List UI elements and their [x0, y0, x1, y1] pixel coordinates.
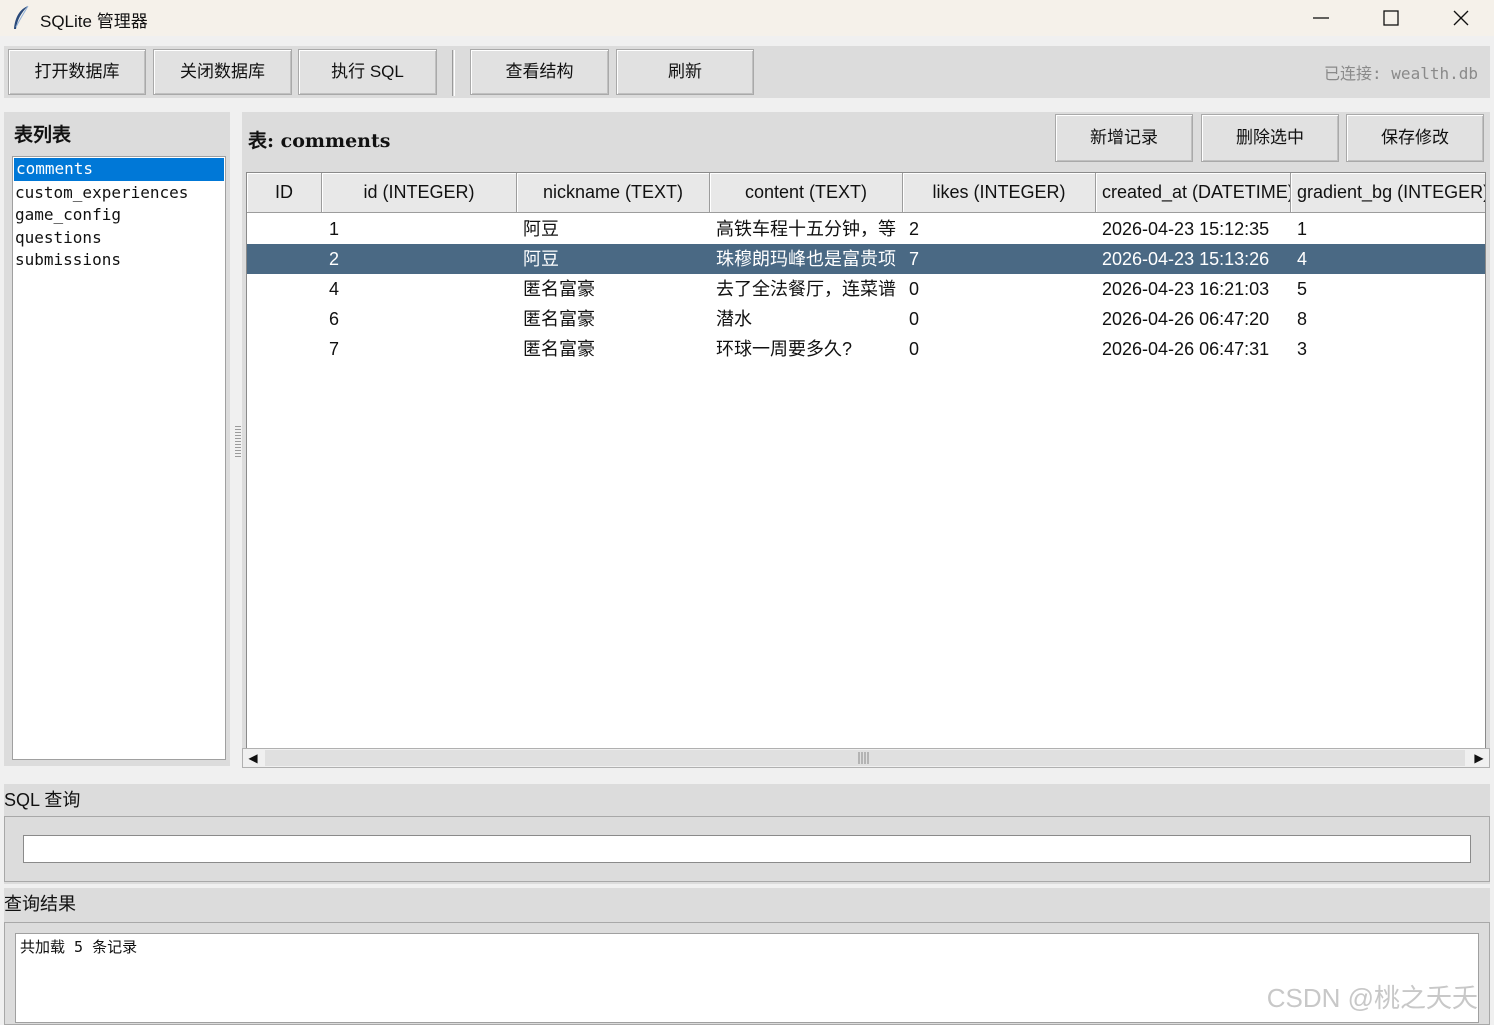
- column-header-id[interactable]: id (INTEGER): [322, 173, 517, 213]
- cell-content: 珠穆朗玛峰也是富贵项: [716, 249, 896, 269]
- cell-likes: 7: [909, 249, 920, 269]
- cell-created-at: 2026-04-26 06:47:20: [1102, 309, 1270, 329]
- sql-query-section: SQL 查询: [4, 784, 1490, 884]
- cell-nickname: 匿名富豪: [523, 309, 595, 329]
- connection-status: 已连接: wealth.db: [1324, 64, 1478, 83]
- pane-splitter-handle[interactable]: [235, 425, 241, 457]
- cell-content: 去了全法餐厅，连菜谱: [716, 279, 896, 299]
- maximize-button[interactable]: [1356, 0, 1426, 36]
- sql-query-title: SQL 查询: [4, 790, 81, 810]
- table-row[interactable]: 1 阿豆 高铁车程十五分钟，等 2 2026-04-23 15:12:35 1: [247, 214, 1485, 244]
- column-header-nickname[interactable]: nickname (TEXT): [517, 173, 710, 213]
- execute-sql-button[interactable]: 执行 SQL: [298, 49, 437, 95]
- query-results-text[interactable]: 共加载 5 条记录: [15, 933, 1479, 1023]
- cell-ID: [247, 244, 322, 274]
- cell-nickname: 匿名富豪: [523, 279, 595, 299]
- cell-likes: 0: [909, 309, 920, 329]
- grid-header: ID id (INTEGER) nickname (TEXT) content …: [247, 173, 1485, 213]
- sql-query-input[interactable]: [23, 835, 1471, 863]
- cell-likes: 2: [909, 219, 920, 239]
- title-bar: SQLite 管理器: [0, 0, 1494, 36]
- cell-content: 环球一周要多久?: [716, 339, 853, 359]
- save-changes-button[interactable]: 保存修改: [1346, 114, 1484, 162]
- column-header-gradient-bg[interactable]: gradient_bg (INTEGER): [1291, 173, 1485, 213]
- query-results-title: 查询结果: [4, 894, 76, 914]
- cell-likes: 0: [909, 279, 920, 299]
- column-header-likes[interactable]: likes (INTEGER): [903, 173, 1096, 213]
- current-table-label: 表: comments: [248, 130, 391, 152]
- cell-created-at: 2026-04-23 15:13:26: [1102, 249, 1270, 269]
- horizontal-scrollbar[interactable]: ◀ ▶: [242, 748, 1490, 768]
- close-icon: [1453, 10, 1469, 26]
- cell-created-at: 2026-04-26 06:47:31: [1102, 339, 1270, 359]
- cell-id: 4: [329, 279, 340, 299]
- cell-likes: 0: [909, 339, 920, 359]
- add-record-button[interactable]: 新增记录: [1055, 114, 1193, 162]
- column-header-ID[interactable]: ID: [247, 173, 322, 213]
- refresh-button[interactable]: 刷新: [616, 49, 754, 95]
- toolbar-separator: [452, 50, 455, 96]
- cell-gradient-bg: 5: [1297, 279, 1308, 299]
- watermark: CSDN @桃之夭夭: [1266, 983, 1478, 1013]
- cell-ID: [247, 274, 322, 304]
- sql-query-frame: [4, 816, 1490, 882]
- table-row[interactable]: 4 匿名富豪 去了全法餐厅，连菜谱 0 2026-04-23 16:21:03 …: [247, 274, 1485, 304]
- cell-id: 7: [329, 339, 340, 359]
- cell-nickname: 阿豆: [523, 249, 559, 269]
- open-database-button[interactable]: 打开数据库: [8, 49, 146, 95]
- table-row-selected[interactable]: 2 阿豆 珠穆朗玛峰也是富贵项 7 2026-04-23 15:13:26 4: [247, 244, 1485, 274]
- cell-gradient-bg: 3: [1297, 339, 1308, 359]
- cell-id: 2: [329, 249, 340, 269]
- close-database-button[interactable]: 关闭数据库: [153, 49, 292, 95]
- cell-created-at: 2026-04-23 15:12:35: [1102, 219, 1270, 239]
- maximize-icon: [1383, 10, 1399, 26]
- scroll-right-arrow-icon[interactable]: ▶: [1469, 749, 1489, 767]
- minimize-button[interactable]: [1286, 0, 1356, 36]
- table-listbox[interactable]: comments custom_experiences game_config …: [12, 156, 226, 760]
- feather-icon: [14, 5, 29, 29]
- cell-content: 高铁车程十五分钟，等: [716, 219, 896, 239]
- cell-gradient-bg: 8: [1297, 309, 1308, 329]
- table-item-custom-experiences[interactable]: custom_experiences: [13, 182, 225, 205]
- table-item-comments[interactable]: comments: [14, 158, 224, 181]
- table-row[interactable]: 7 匿名富豪 环球一周要多久? 0 2026-04-26 06:47:31 3: [247, 334, 1485, 364]
- cell-id: 6: [329, 309, 340, 329]
- table-item-submissions[interactable]: submissions: [13, 249, 225, 272]
- table-list-title: 表列表: [14, 124, 72, 146]
- cell-created-at: 2026-04-23 16:21:03: [1102, 279, 1270, 299]
- minimize-icon: [1313, 17, 1329, 19]
- cell-nickname: 阿豆: [523, 219, 559, 239]
- cell-ID: [247, 304, 322, 334]
- toolbar: 打开数据库 关闭数据库 执行 SQL 查看结构 刷新 已连接: wealth.d…: [4, 46, 1490, 98]
- table-row[interactable]: 6 匿名富豪 潜水 0 2026-04-26 06:47:20 8: [247, 304, 1485, 334]
- window-title: SQLite 管理器: [40, 12, 148, 31]
- data-grid[interactable]: ID id (INTEGER) nickname (TEXT) content …: [246, 172, 1486, 750]
- delete-selected-button[interactable]: 删除选中: [1201, 114, 1339, 162]
- scrollbar-thumb[interactable]: [265, 750, 1465, 766]
- table-item-questions[interactable]: questions: [13, 227, 225, 250]
- cell-gradient-bg: 1: [1297, 219, 1308, 239]
- table-data-panel: 表: comments 新增记录 删除选中 保存修改 ID id (INTEGE…: [242, 112, 1490, 766]
- cell-content: 潜水: [716, 309, 752, 329]
- close-button[interactable]: [1426, 0, 1494, 36]
- cell-ID: [247, 334, 322, 364]
- cell-gradient-bg: 4: [1297, 249, 1308, 269]
- view-schema-button[interactable]: 查看结构: [470, 49, 609, 95]
- scroll-left-arrow-icon[interactable]: ◀: [243, 749, 263, 767]
- table-list-panel: 表列表 comments custom_experiences game_con…: [4, 112, 230, 766]
- column-header-created-at[interactable]: created_at (DATETIME): [1096, 173, 1291, 213]
- column-header-content[interactable]: content (TEXT): [710, 173, 903, 213]
- grip-icon: [858, 752, 869, 764]
- cell-ID: [247, 214, 322, 244]
- table-item-game-config[interactable]: game_config: [13, 204, 225, 227]
- cell-nickname: 匿名富豪: [523, 339, 595, 359]
- cell-id: 1: [329, 219, 340, 239]
